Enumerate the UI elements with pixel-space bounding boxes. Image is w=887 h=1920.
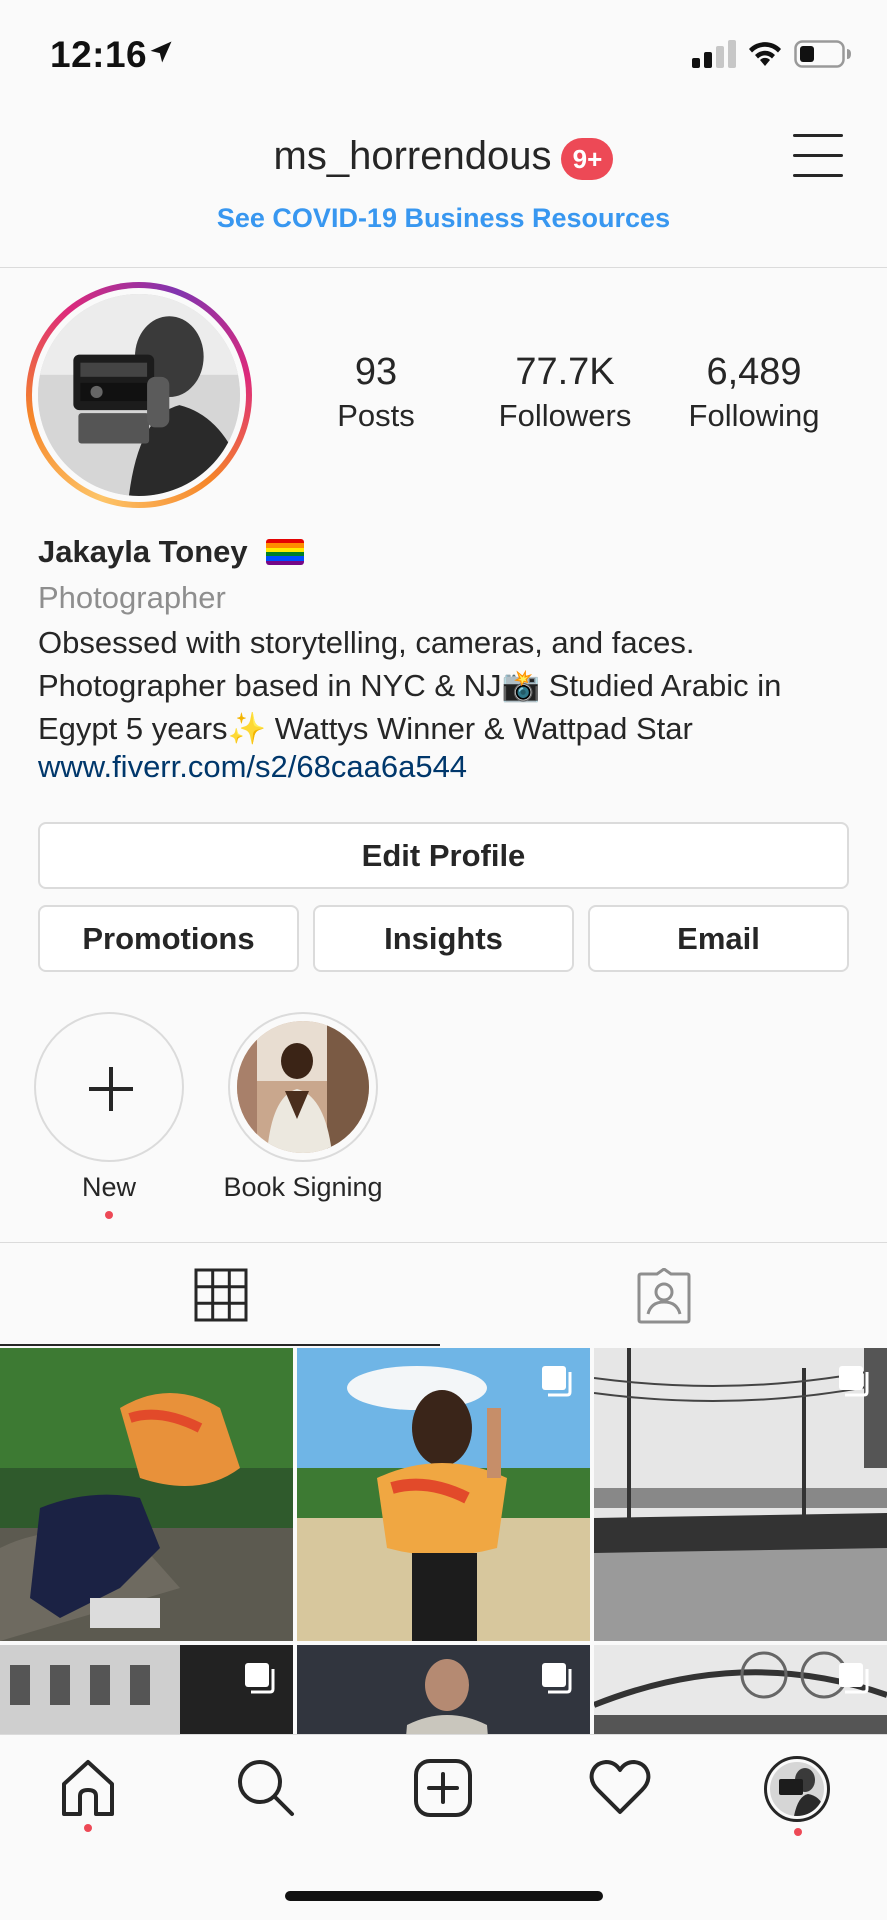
multiple-photos-icon	[839, 1663, 869, 1694]
insights-button[interactable]: Insights	[313, 905, 574, 972]
posts-label: Posts	[337, 397, 415, 433]
menu-icon-line	[793, 174, 843, 177]
status-time: 12:16	[50, 34, 148, 75]
grid-icon	[194, 1268, 248, 1322]
multiple-photos-icon	[542, 1663, 572, 1694]
notification-badge: 9+	[561, 138, 614, 180]
battery-icon	[794, 40, 851, 68]
followers-stat[interactable]: 77.7K Followers	[470, 351, 660, 434]
multiple-photos-icon	[542, 1366, 572, 1397]
search-icon[interactable]	[234, 1756, 298, 1820]
profile-avatar-story-ring[interactable]	[26, 282, 252, 508]
home-icon[interactable]	[56, 1756, 120, 1820]
home-indicator	[285, 1891, 603, 1901]
profile-activity-dot	[794, 1828, 802, 1836]
profile-bio: Obsessed with storytelling, cameras, and…	[38, 625, 782, 746]
promotions-button[interactable]: Promotions	[38, 905, 299, 972]
highlight-cover-image	[237, 1021, 369, 1153]
following-stat[interactable]: 6,489 Following	[659, 351, 849, 434]
email-button[interactable]: Email	[588, 905, 849, 972]
status-bar: 12:16	[0, 0, 887, 100]
highlight-book-signing[interactable]	[228, 1012, 378, 1162]
username-title: ms_horrendous	[273, 134, 552, 178]
menu-icon-line	[793, 134, 843, 137]
new-post-icon[interactable]	[411, 1756, 475, 1820]
username-switcher[interactable]: ms_horrendous 9+	[273, 134, 614, 180]
tabs-divider	[0, 1242, 887, 1243]
activity-heart-icon[interactable]	[588, 1756, 652, 1820]
new-highlight-label: New	[81, 1172, 136, 1202]
header-divider	[0, 267, 887, 268]
following-count: 6,489	[706, 351, 802, 393]
location-arrow-icon	[150, 41, 172, 63]
posts-count: 93	[354, 351, 398, 393]
tab-grid-posts[interactable]	[0, 1244, 443, 1346]
home-activity-dot	[84, 1824, 92, 1832]
profile-website-link[interactable]: www.fiverr.com/s2/68caa6a544	[38, 749, 467, 785]
wifi-icon	[749, 42, 781, 66]
covid-resources-link[interactable]: See COVID-19 Business Resources	[0, 203, 887, 234]
grid-post[interactable]	[594, 1348, 887, 1641]
tagged-person-icon	[637, 1268, 691, 1324]
rainbow-flag-icon	[266, 539, 305, 565]
grid-post[interactable]	[297, 1348, 590, 1641]
followers-count: 77.7K	[515, 351, 615, 393]
profile-avatar	[770, 1762, 824, 1816]
menu-button[interactable]	[793, 134, 845, 178]
profile-tab[interactable]	[764, 1756, 830, 1822]
edit-profile-button[interactable]: Edit Profile	[38, 822, 849, 889]
profile-name-text: Jakayla Toney	[38, 534, 248, 569]
new-indicator-dot	[105, 1211, 113, 1219]
grid-post[interactable]	[0, 1645, 293, 1734]
posts-stat: 93 Posts	[281, 351, 471, 434]
profile-category: Photographer	[38, 580, 226, 615]
posts-grid	[0, 1348, 887, 1734]
profile-avatar	[38, 294, 240, 496]
followers-label: Followers	[498, 397, 632, 433]
book-signing-label: Book Signing	[223, 1172, 383, 1202]
multiple-photos-icon	[839, 1366, 869, 1397]
profile-header: ms_horrendous 9+	[0, 134, 887, 180]
tab-tagged[interactable]	[443, 1244, 886, 1346]
menu-icon-line	[793, 154, 843, 157]
cellular-signal-icon	[692, 40, 736, 68]
active-tab-indicator	[0, 1344, 440, 1346]
grid-post[interactable]	[0, 1348, 293, 1641]
new-highlight-button[interactable]	[34, 1012, 184, 1162]
following-label: Following	[688, 397, 820, 433]
multiple-photos-icon	[245, 1663, 275, 1694]
grid-post[interactable]	[297, 1645, 590, 1734]
profile-name: Jakayla Toney	[38, 534, 305, 570]
grid-post[interactable]	[594, 1645, 887, 1734]
